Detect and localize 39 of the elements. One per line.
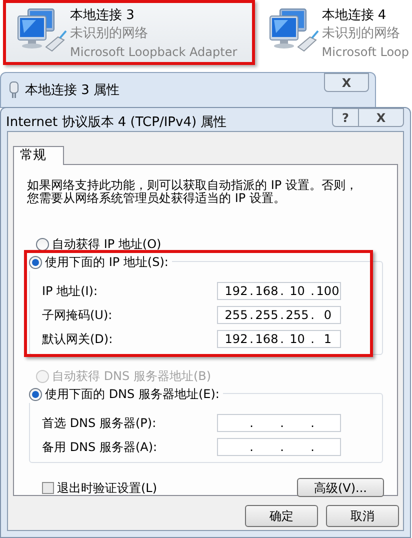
tab[interactable]: 常规 [13,146,64,165]
ip-address-field[interactable]: 192.168. 10 .100 [217,282,341,300]
close-button[interactable]: X [324,73,369,92]
radio-option[interactable]: 自动获得 IP 地址(O) [36,235,397,253]
ip-address-field[interactable]: 192.168. 10 . 1 [217,330,341,348]
adapter-device: Microsoft Loop [322,44,409,61]
description-text: 您需要从网络系统管理员处获得适当的 IP 设置。 [27,192,286,205]
field-label: 首选 DNS 服务器(P): [42,415,158,432]
field-label: 备用 DNS 服务器(A): [42,439,158,456]
radio-button-icon [36,238,49,250]
checkbox-icon [42,482,54,494]
window-title: Internet 协议版本 4 (TCP/IPv4) 属性 [6,114,227,132]
ip-address-field[interactable]: . . . [217,438,341,456]
field-label: IP 地址(I): [42,283,99,300]
plug-icon [9,81,19,99]
checkbox-option[interactable]: 退出时验证设置(L) [42,478,158,496]
description-text: 如果网络支持此功能，则可以获取自动指派的 IP 设置。否则， [27,179,358,192]
field-label: 子网掩码(U): [42,307,114,324]
radio-button-icon [29,388,42,400]
adapter-device: Microsoft Loopback Adapter [70,44,238,61]
adapter-item[interactable]: 本地连接 3 未识别的网络 Microsoft Loopback Adapter [3,0,255,65]
help-button[interactable]: ? [332,108,359,127]
radio-option[interactable]: 使用下面的 DNS 服务器地址(E): [29,385,220,403]
close-button[interactable]: X [359,108,404,127]
adapter-status: 未识别的网络 [70,25,149,43]
ip-address-field[interactable]: 255.255.255. 0 [217,306,341,324]
adapter-item[interactable]: 本地连接 4 未识别的网络 Microsoft Loop [254,0,412,65]
radio-button-icon [36,370,49,382]
radio-option[interactable]: 使用下面的 IP 地址(S): [29,253,168,271]
adapter-name: 本地连接 4 [322,7,388,25]
window-title: 本地连接 3 属性 [25,82,120,100]
ok-button[interactable]: 确定 [245,505,318,527]
adapter-name: 本地连接 3 [70,7,136,25]
cancel-button[interactable]: 取消 [326,505,399,527]
ip-address-field[interactable]: . . . [217,414,341,432]
adapter-status: 未识别的网络 [322,25,401,43]
field-label: 默认网关(D): [42,331,114,348]
radio-button-icon [29,256,42,268]
advanced-button[interactable]: 高级(V)... [297,478,384,497]
